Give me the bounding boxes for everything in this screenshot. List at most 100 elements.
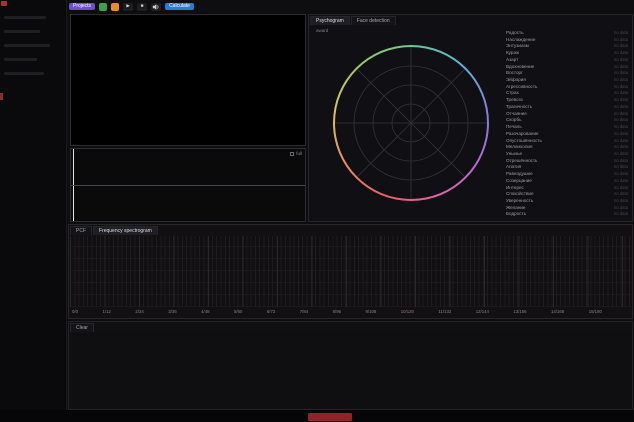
emotion-row: Разочарование no data	[506, 131, 628, 138]
emotion-name: Опустошённость	[506, 138, 542, 143]
emotion-row: Трагичность no data	[506, 104, 628, 111]
emotion-name: Спокойствие	[506, 191, 534, 196]
sidebar-item[interactable]	[4, 58, 37, 61]
emotion-list: Радость no data Наслаждение no data Энту…	[506, 30, 628, 218]
emotion-row: Радость no data	[506, 30, 628, 37]
emotion-name: Восторг	[506, 70, 523, 75]
emotion-row: Скорбь no data	[506, 117, 628, 124]
chart-corner-label: award	[316, 28, 328, 33]
emotion-row: Желание no data	[506, 205, 628, 212]
green-tool-button[interactable]	[99, 3, 107, 11]
emotion-name: Азарт	[506, 57, 518, 62]
log-toolbar: Clear	[69, 322, 632, 332]
emotion-row: Печаль no data	[506, 124, 628, 131]
emotion-value: no data	[614, 211, 628, 216]
emotion-value: no data	[614, 64, 628, 69]
time-tick-label: 3/36	[168, 309, 176, 314]
toolbar: Projects ▶ ■ Calculate	[69, 1, 194, 12]
volume-button[interactable]	[151, 3, 161, 11]
emotion-name: Эйфория	[506, 77, 526, 82]
speaker-icon	[152, 3, 160, 11]
emotion-name: Апатия	[506, 164, 521, 169]
time-tick-label: 5/60	[234, 309, 242, 314]
stop-button[interactable]: ■	[137, 3, 147, 11]
taskbar-alert-icon[interactable]	[308, 413, 352, 421]
time-tick-label: 6/72	[267, 309, 275, 314]
time-tick-label: 11/132	[438, 309, 451, 314]
play-icon: ▶	[126, 4, 129, 9]
emotion-name: Уверенность	[506, 198, 533, 203]
emotion-value: no data	[614, 158, 628, 163]
emotion-name: Наслаждение	[506, 37, 535, 42]
emotion-name: Меланхолия	[506, 144, 533, 149]
spectrogram-panel: PCF Frequency spectrogram 0/0 1/12 2/24 …	[68, 224, 633, 319]
tab-frequency-spectrogram[interactable]: Frequency spectrogram	[93, 226, 158, 235]
spectrogram-time-axis: 0/0 1/12 2/24 3/36 4/48 5/60 6/72 7/84 8…	[72, 309, 602, 314]
full-label: full	[296, 151, 302, 156]
emotion-row: Созерцание no data	[506, 178, 628, 185]
emotion-name: Отрешённость	[506, 158, 537, 163]
emotion-value: no data	[614, 151, 628, 156]
tab-psychogram[interactable]: Psychogram	[310, 16, 350, 25]
polar-grid	[333, 45, 489, 201]
video-preview	[70, 14, 306, 146]
time-tick-label: 4/48	[201, 309, 209, 314]
clear-button[interactable]: Clear	[70, 323, 94, 332]
full-checkbox[interactable]	[290, 152, 294, 156]
time-tick-label: 13/156	[513, 309, 526, 314]
emotion-name: Тревога	[506, 97, 523, 102]
emotion-name: Кураж	[506, 50, 519, 55]
emotion-name: Радость	[506, 30, 524, 35]
emotion-row: Спокойствие no data	[506, 191, 628, 198]
full-toggle[interactable]: full	[290, 151, 302, 156]
emotion-value: no data	[614, 50, 628, 55]
time-tick-label: 9/108	[365, 309, 376, 314]
spectrogram-tabs: PCF Frequency spectrogram	[69, 225, 632, 235]
time-tick-label: 0/0	[72, 309, 78, 314]
sidebar-item[interactable]	[4, 72, 44, 75]
waveform-panel[interactable]: full	[70, 148, 306, 222]
projects-button[interactable]: Projects	[69, 3, 95, 10]
orange-tool-button[interactable]	[111, 3, 119, 11]
emotion-name: Печаль	[506, 124, 522, 129]
record-indicator-icon	[1, 1, 7, 6]
sidebar-marker-icon	[0, 93, 3, 100]
emotion-value: no data	[614, 84, 628, 89]
psychogram-panel: Psychogram Face detection award Радость …	[308, 14, 633, 222]
waveform-zero-line	[71, 185, 305, 186]
emotion-value: no data	[614, 117, 628, 122]
sidebar-item[interactable]	[4, 30, 40, 33]
emotion-row: Наслаждение no data	[506, 37, 628, 44]
emotion-value: no data	[614, 43, 628, 48]
time-tick-label: 8/96	[333, 309, 341, 314]
emotion-name: Трагичность	[506, 104, 532, 109]
sidebar-item[interactable]	[4, 44, 50, 47]
time-tick-label: 10/120	[401, 309, 414, 314]
time-tick-label: 12/144	[476, 309, 489, 314]
emotion-value: no data	[614, 57, 628, 62]
tab-face-detection[interactable]: Face detection	[351, 16, 396, 25]
emotion-value: no data	[614, 77, 628, 82]
emotion-value: no data	[614, 90, 628, 95]
emotion-value: no data	[614, 191, 628, 196]
emotion-value: no data	[614, 185, 628, 190]
emotion-row: Уверенность no data	[506, 198, 628, 205]
emotion-row: Вдохновение no data	[506, 64, 628, 71]
emotion-row: Страх no data	[506, 90, 628, 97]
time-tick-label: 14/168	[551, 309, 564, 314]
emotion-row: Азарт no data	[506, 57, 628, 64]
emotion-row: Тревога no data	[506, 97, 628, 104]
time-tick-label: 2/24	[135, 309, 143, 314]
calculate-button[interactable]: Calculate	[165, 3, 194, 10]
emotion-name: Желание	[506, 205, 525, 210]
psychogram-chart	[333, 45, 489, 201]
play-button[interactable]: ▶	[123, 3, 133, 11]
time-tick-label: 7/84	[300, 309, 308, 314]
time-tick-label: 1/12	[102, 309, 110, 314]
emotion-name: Созерцание	[506, 178, 532, 183]
project-sidebar	[0, 0, 67, 410]
tab-pcf[interactable]: PCF	[70, 226, 92, 235]
emotion-name: Бодрость	[506, 211, 526, 216]
spectrogram-plot	[70, 236, 631, 307]
sidebar-item[interactable]	[4, 16, 46, 19]
